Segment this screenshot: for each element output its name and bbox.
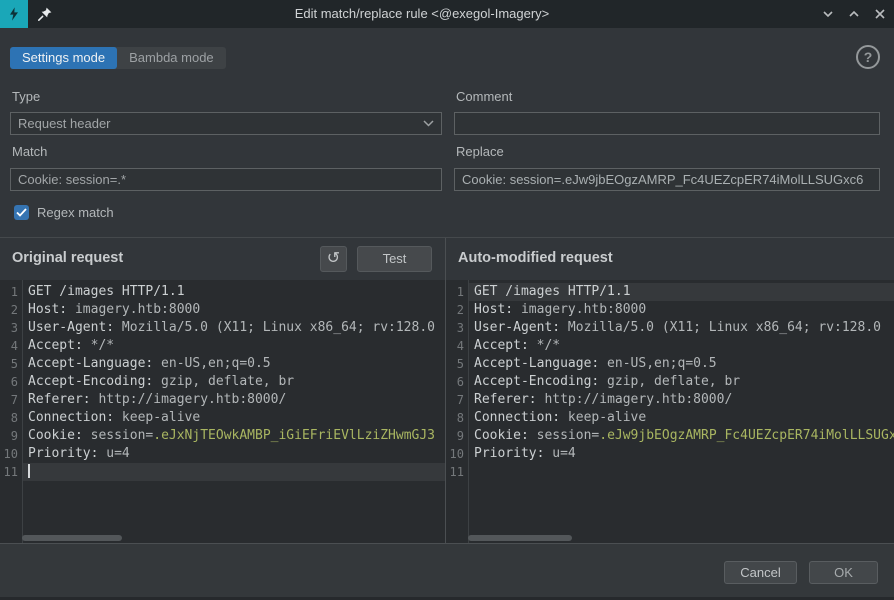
- line-number: 1: [0, 283, 18, 301]
- code-line[interactable]: Cookie: session=.eJw9jbEOgzAMRP_Fc4UEZcp…: [469, 427, 894, 445]
- code-line[interactable]: Connection: keep-alive: [23, 409, 445, 427]
- code-line[interactable]: Accept-Encoding: gzip, deflate, br: [23, 373, 445, 391]
- original-code[interactable]: GET /images HTTP/1.1Host: imagery.htb:80…: [23, 283, 445, 533]
- match-label: Match: [12, 144, 47, 159]
- code-line[interactable]: Accept: */*: [469, 337, 894, 355]
- regex-checkbox-label: Regex match: [37, 205, 114, 220]
- line-number: 2: [0, 301, 18, 319]
- mode-tabs: Settings mode Bambda mode: [10, 47, 226, 69]
- type-select-value: Request header: [18, 116, 111, 131]
- lightning-icon: [0, 0, 28, 28]
- request-panels: Original request ↺ Test 1234567891011 GE…: [0, 237, 894, 543]
- line-number: 7: [446, 391, 464, 409]
- text-cursor: [28, 464, 30, 478]
- dialog-title: Edit match/replace rule <@exegol-Imagery…: [60, 0, 784, 28]
- code-line[interactable]: User-Agent: Mozilla/5.0 (X11; Linux x86_…: [23, 319, 445, 337]
- line-number: 4: [446, 337, 464, 355]
- close-icon[interactable]: [871, 6, 888, 23]
- modified-request-panel: Auto-modified request 1234567891011 GET …: [446, 238, 894, 543]
- type-select[interactable]: Request header: [10, 112, 442, 135]
- code-line[interactable]: GET /images HTTP/1.1: [469, 283, 894, 301]
- code-line[interactable]: Priority: u=4: [469, 445, 894, 463]
- modified-code[interactable]: GET /images HTTP/1.1Host: imagery.htb:80…: [469, 283, 894, 533]
- code-line[interactable]: Accept-Language: en-US,en;q=0.5: [469, 355, 894, 373]
- type-label: Type: [12, 89, 40, 104]
- line-number: 8: [446, 409, 464, 427]
- original-request-panel: Original request ↺ Test 1234567891011 GE…: [0, 238, 446, 543]
- code-line[interactable]: GET /images HTTP/1.1: [23, 283, 445, 301]
- dialog-footer: Cancel OK: [0, 543, 894, 598]
- regex-match-row: Regex match: [14, 204, 114, 220]
- code-line[interactable]: Cookie: session=.eJxNjTEOwkAMBP_iGiEFriE…: [23, 427, 445, 445]
- line-number: 6: [446, 373, 464, 391]
- replace-input[interactable]: [454, 168, 880, 191]
- line-number: 1: [446, 283, 464, 301]
- regex-checkbox[interactable]: [14, 205, 29, 220]
- modified-request-editor[interactable]: 1234567891011 GET /images HTTP/1.1Host: …: [446, 280, 894, 543]
- line-number: 8: [0, 409, 18, 427]
- code-line[interactable]: Referer: http://imagery.htb:8000/: [469, 391, 894, 409]
- pin-icon[interactable]: [36, 5, 54, 23]
- line-number: 5: [446, 355, 464, 373]
- match-input[interactable]: [10, 168, 442, 191]
- original-gutter: 1234567891011: [0, 283, 18, 481]
- cancel-button[interactable]: Cancel: [724, 561, 797, 584]
- line-number: 3: [0, 319, 18, 337]
- tab-settings-mode[interactable]: Settings mode: [10, 47, 117, 69]
- horizontal-scrollbar[interactable]: [468, 535, 572, 541]
- line-number: 9: [446, 427, 464, 445]
- chevron-down-icon[interactable]: [819, 6, 836, 23]
- line-number: 11: [0, 463, 18, 481]
- code-line[interactable]: Accept-Encoding: gzip, deflate, br: [469, 373, 894, 391]
- code-line[interactable]: Accept: */*: [23, 337, 445, 355]
- modified-request-header: Auto-modified request: [446, 238, 894, 281]
- code-line[interactable]: [23, 463, 445, 481]
- original-request-header: Original request ↺ Test: [0, 238, 445, 281]
- line-number: 2: [446, 301, 464, 319]
- window-controls: [819, 0, 888, 28]
- comment-label: Comment: [456, 89, 512, 104]
- code-line[interactable]: Referer: http://imagery.htb:8000/: [23, 391, 445, 409]
- refresh-button[interactable]: ↺: [320, 246, 347, 272]
- original-request-editor[interactable]: 1234567891011 GET /images HTTP/1.1Host: …: [0, 280, 445, 543]
- code-line[interactable]: Host: imagery.htb:8000: [469, 301, 894, 319]
- comment-input[interactable]: [454, 112, 880, 135]
- chevron-down-icon: [423, 120, 434, 127]
- replace-label: Replace: [456, 144, 504, 159]
- modified-gutter: 1234567891011: [446, 283, 464, 481]
- code-line[interactable]: [469, 463, 894, 481]
- line-number: 9: [0, 427, 18, 445]
- help-button[interactable]: ?: [856, 45, 880, 69]
- line-number: 11: [446, 463, 464, 481]
- code-line[interactable]: Connection: keep-alive: [469, 409, 894, 427]
- line-number: 10: [446, 445, 464, 463]
- tab-bambda-mode[interactable]: Bambda mode: [117, 47, 226, 69]
- test-button[interactable]: Test: [357, 246, 432, 272]
- check-icon: [16, 208, 27, 217]
- chevron-up-icon[interactable]: [845, 6, 862, 23]
- code-line[interactable]: User-Agent: Mozilla/5.0 (X11; Linux x86_…: [469, 319, 894, 337]
- line-number: 6: [0, 373, 18, 391]
- code-line[interactable]: Priority: u=4: [23, 445, 445, 463]
- line-number: 10: [0, 445, 18, 463]
- modified-request-title: Auto-modified request: [458, 250, 613, 266]
- horizontal-scrollbar[interactable]: [22, 535, 122, 541]
- code-line[interactable]: Accept-Language: en-US,en;q=0.5: [23, 355, 445, 373]
- line-number: 5: [0, 355, 18, 373]
- titlebar: Edit match/replace rule <@exegol-Imagery…: [0, 0, 894, 28]
- line-number: 4: [0, 337, 18, 355]
- code-line[interactable]: Host: imagery.htb:8000: [23, 301, 445, 319]
- line-number: 3: [446, 319, 464, 337]
- line-number: 7: [0, 391, 18, 409]
- original-request-title: Original request: [12, 250, 123, 266]
- ok-button[interactable]: OK: [809, 561, 878, 584]
